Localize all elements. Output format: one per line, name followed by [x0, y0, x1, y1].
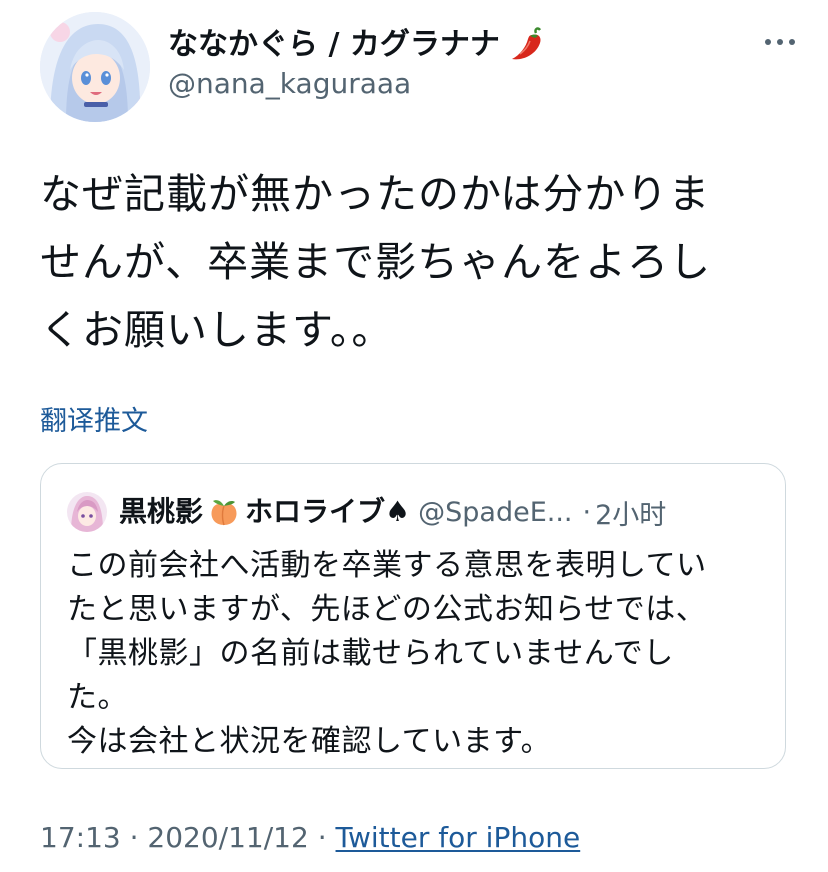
quoted-line: たと思いますが、先ほどの公式お知らせでは、 — [67, 592, 707, 627]
quoted-line: た。 — [67, 680, 128, 715]
tweet-source-link[interactable]: Twitter for iPhone — [336, 821, 581, 854]
tweet-metadata: 17:13 · 2020/11/12 · Twitter for iPhone — [40, 818, 580, 858]
author-display-name[interactable]: ななかぐら / カグラナナ — [168, 26, 548, 64]
ellipsis-icon — [765, 39, 795, 45]
quoted-tweet-text: この前会社へ活動を卒業する意思を表明してい たと思いますが、先ほどの公式お知らせ… — [67, 544, 767, 764]
quoted-line: この前会社へ活動を卒業する意思を表明してい — [67, 548, 707, 583]
tweet-line: せんが、卒業まで影ちゃんをよろし — [40, 238, 712, 286]
metadata-separator: · — [129, 821, 139, 854]
tweet-date[interactable]: 2020/11/12 — [147, 821, 308, 854]
anime-girl-avatar-icon — [67, 492, 107, 532]
quoted-line: 今は会社と状況を確認しています。 — [67, 724, 552, 759]
tweet-text: なぜ記載が無かったのかは分かりま せんが、卒業まで影ちゃんをよろし くお願いしま… — [40, 160, 800, 364]
quoted-line: 「黒桃影」の名前は載せられていませんでし — [67, 636, 674, 671]
author-avatar[interactable] — [40, 12, 150, 122]
quoted-timestamp: 2小时 — [595, 499, 667, 531]
tweet-line: くお願いします。。 — [40, 306, 394, 354]
quoted-tweet-card[interactable]: 黒桃影 ホロライブ♠ @SpadeE... · 2小时 この前会社へ活動を卒業す… — [40, 463, 786, 769]
quoted-author-handle: @SpadeE... — [418, 496, 573, 528]
quoted-author-avatar — [67, 492, 107, 532]
hot-pepper-icon — [511, 27, 541, 60]
metadata-separator: · — [317, 821, 327, 854]
author-display-name-text: ななかぐら / カグラナナ — [168, 27, 500, 62]
translate-tweet-link[interactable]: 翻译推文 — [40, 404, 148, 440]
tweet-time[interactable]: 17:13 — [40, 821, 121, 854]
quoted-author-name-suffix: ホロライブ♠ — [245, 495, 411, 528]
author-names: ななかぐら / カグラナナ @nana_kaguraaa — [168, 26, 548, 102]
tweet-header: ななかぐら / カグラナナ @nana_kaguraaa — [40, 12, 800, 122]
peach-icon — [211, 500, 237, 526]
tweet-line: なぜ記載が無かったのかは分かりま — [40, 170, 711, 218]
quoted-tweet-header: 黒桃影 ホロライブ♠ @SpadeE... · 2小时 — [67, 492, 767, 532]
quoted-author-name: 黒桃影 — [119, 495, 204, 528]
anime-girl-avatar-icon — [40, 12, 150, 122]
more-options-button[interactable] — [760, 32, 800, 52]
author-handle[interactable]: @nana_kaguraaa — [168, 66, 548, 102]
quoted-separator: · — [582, 496, 592, 528]
